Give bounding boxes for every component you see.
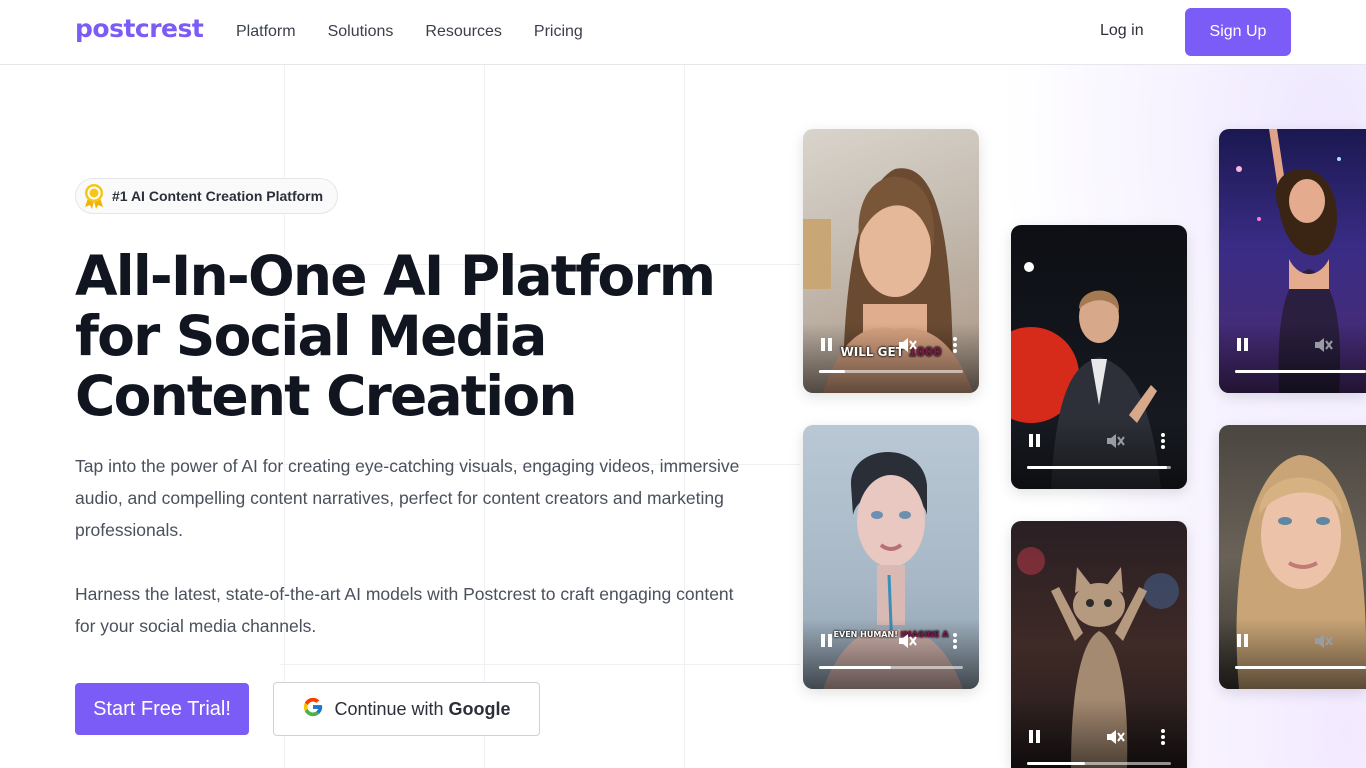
more-options-icon[interactable] <box>1161 729 1165 745</box>
hero-title-line: for Social Media <box>75 304 547 368</box>
pause-icon[interactable] <box>1237 634 1249 647</box>
hero-description: Tap into the power of AI for creating ey… <box>75 456 740 540</box>
google-logo-icon <box>302 696 324 723</box>
video-card[interactable]: EVEN HUMAN! IMAGINE A <box>803 425 979 689</box>
video-progress-fill <box>1235 666 1366 669</box>
hero-title: All-In-One AI Platform for Social Media … <box>75 246 775 426</box>
video-controls-shade <box>1011 419 1187 489</box>
main-nav: Platform Solutions Resources Pricing <box>236 23 583 41</box>
nav-resources[interactable]: Resources <box>425 23 501 41</box>
video-progress-bar[interactable] <box>1027 466 1171 469</box>
muted-speaker-icon[interactable] <box>1313 335 1333 355</box>
pause-icon[interactable] <box>1029 434 1041 447</box>
award-badge: #1 AI Content Creation Platform <box>75 178 338 214</box>
muted-speaker-icon[interactable] <box>1313 631 1333 651</box>
video-card[interactable] <box>1219 129 1366 393</box>
more-options-icon[interactable] <box>1161 433 1165 449</box>
video-progress-bar[interactable] <box>819 370 963 373</box>
video-progress-fill <box>1235 370 1366 373</box>
video-progress-bar[interactable] <box>1235 370 1366 373</box>
video-card[interactable] <box>1011 521 1187 768</box>
video-progress-bar[interactable] <box>1027 762 1171 765</box>
more-options-icon[interactable] <box>953 633 957 649</box>
video-progress-bar[interactable] <box>819 666 963 669</box>
more-options-icon[interactable] <box>953 337 957 353</box>
video-controls-shade <box>1219 323 1366 393</box>
video-card[interactable]: WILL GET 1000 <box>803 129 979 393</box>
nav-platform[interactable]: Platform <box>236 23 296 41</box>
google-button-label: Continue with Google <box>334 698 511 719</box>
video-progress-fill <box>1027 762 1085 765</box>
pause-icon[interactable] <box>1237 338 1249 351</box>
hero-title-line: All-In-One AI Platform <box>75 244 716 308</box>
video-progress-fill <box>819 370 845 373</box>
site-header: postcrest Platform Solutions Resources P… <box>0 0 1366 65</box>
badge-label: #1 AI Content Creation Platform <box>112 188 324 204</box>
logo[interactable]: postcrest <box>75 14 204 43</box>
muted-speaker-icon[interactable] <box>1105 431 1125 451</box>
hero-title-line: Content Creation <box>75 364 577 428</box>
video-progress-fill <box>1027 466 1167 469</box>
video-controls-shade <box>1219 619 1366 689</box>
muted-speaker-icon[interactable] <box>897 335 917 355</box>
pause-icon[interactable] <box>821 338 833 351</box>
hero-description-secondary: Harness the latest, state-of-the-art AI … <box>75 584 734 636</box>
video-card[interactable] <box>1219 425 1366 689</box>
muted-speaker-icon[interactable] <box>897 631 917 651</box>
continue-with-google-button[interactable]: Continue with Google <box>273 682 540 736</box>
video-progress-bar[interactable] <box>1235 666 1366 669</box>
pause-icon[interactable] <box>821 634 833 647</box>
pause-icon[interactable] <box>1029 730 1041 743</box>
grid-line <box>280 664 800 665</box>
start-free-trial-button[interactable]: Start Free Trial! <box>75 683 249 735</box>
nav-pricing[interactable]: Pricing <box>534 23 583 41</box>
video-card[interactable] <box>1011 225 1187 489</box>
nav-solutions[interactable]: Solutions <box>328 23 394 41</box>
login-link[interactable]: Log in <box>1100 22 1144 40</box>
signup-button[interactable]: Sign Up <box>1185 8 1291 56</box>
award-medal-icon <box>82 183 106 209</box>
muted-speaker-icon[interactable] <box>1105 727 1125 747</box>
video-progress-fill <box>819 666 891 669</box>
